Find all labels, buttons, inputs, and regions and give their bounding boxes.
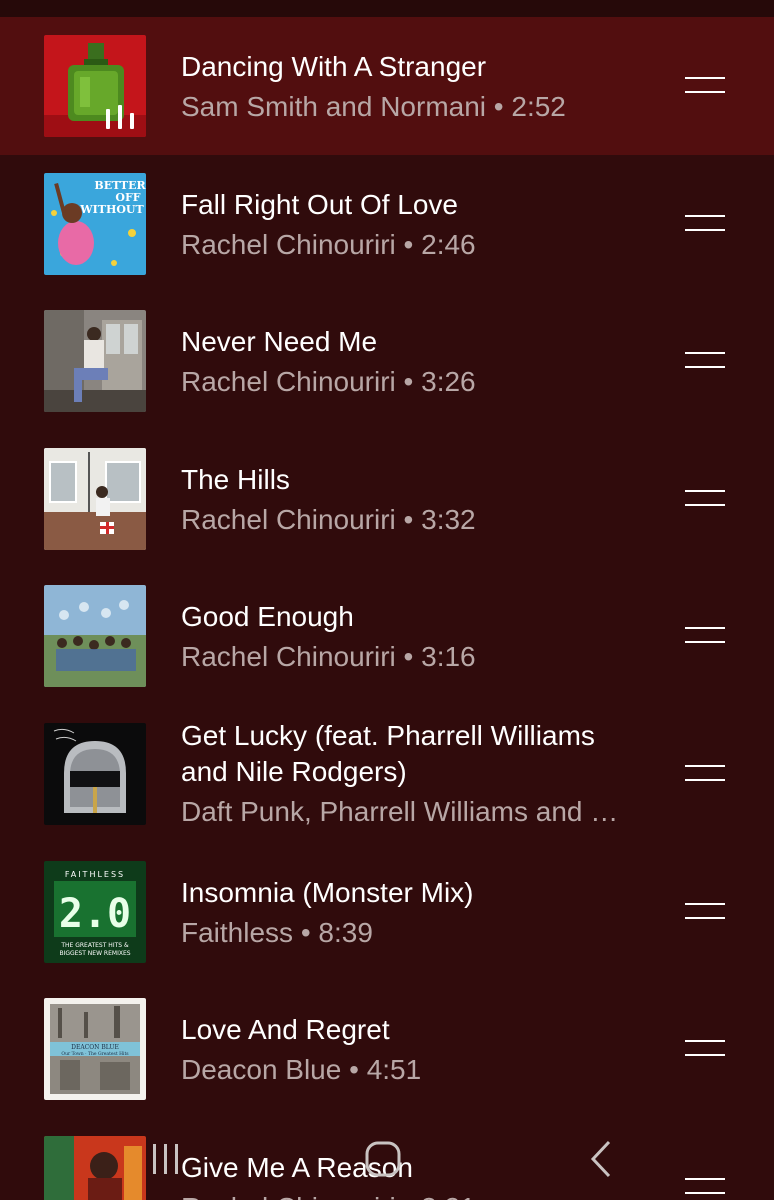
track-subtitle: Deacon Blue • 4:51 [181, 1054, 422, 1086]
faithless-2-0-cover: FAITHLESS 2.0 THE GREATEST HITS & BIGGES… [44, 860, 146, 963]
drag-handle-icon[interactable] [685, 627, 725, 644]
top-divider [0, 0, 774, 17]
equalizer-playing-icon [106, 105, 136, 129]
album-art-fall-right-out-of-love: BETTER OFF WITHOUT [44, 172, 146, 275]
album-art-the-hills [44, 447, 146, 550]
queue-row[interactable]: DEACON BLUE Our Town · The Greatest Hits… [0, 980, 774, 1118]
cover-text: BIGGEST NEW REMIXES [59, 950, 130, 957]
track-title: Fall Right Out Of Love [181, 188, 459, 220]
cover-text: FAITHLESS [65, 870, 125, 879]
better-off-without-cover: BETTER OFF WITHOUT [44, 172, 146, 275]
back-button[interactable] [571, 1128, 631, 1188]
album-art-dancing-with-a-stranger [44, 35, 146, 137]
track-text: Never Need Me Rachel Chinouriri • 3:26 [181, 324, 644, 400]
queue-screen: Dancing With A Stranger Sam Smith and No… [0, 0, 774, 1200]
cover-text: THE GREATEST HITS & [60, 942, 129, 949]
track-subtitle: Rachel Chinouriri • 3:32 [181, 503, 476, 535]
recents-icon [153, 1144, 178, 1174]
cover-text: DEACON BLUE [71, 1044, 119, 1051]
track-title: Love And Regret [181, 1014, 390, 1046]
house-flag-cover [44, 447, 146, 550]
back-icon [590, 1140, 611, 1178]
queue-row[interactable]: Never Need Me Rachel Chinouriri • 3:26 [0, 292, 774, 430]
system-nav-bar [0, 1118, 774, 1200]
queue-row[interactable]: BETTER OFF WITHOUT Fall Right Out Of Lov… [0, 155, 774, 293]
track-title: Dancing With A Stranger [181, 51, 487, 82]
drag-handle-icon[interactable] [685, 77, 725, 93]
recents-button[interactable] [136, 1128, 196, 1188]
queue-row-now-playing[interactable]: Dancing With A Stranger Sam Smith and No… [0, 17, 774, 155]
chrome-helmet-cover [44, 722, 146, 825]
track-subtitle: Sam Smith and Normani • 2:52 [181, 91, 566, 122]
queue-row[interactable]: FAITHLESS 2.0 THE GREATEST HITS & BIGGES… [0, 843, 774, 981]
track-text: Get Lucky (feat. Pharrell Williams and N… [181, 718, 644, 830]
track-subtitle: Faithless • 8:39 [181, 916, 373, 948]
track-subtitle: Rachel Chinouriri • 3:26 [181, 366, 476, 398]
drag-handle-icon[interactable] [685, 1040, 725, 1057]
album-art-good-enough [44, 585, 146, 688]
queue-row[interactable]: Good Enough Rachel Chinouriri • 3:16 [0, 567, 774, 705]
drag-handle-icon[interactable] [685, 489, 725, 506]
cover-text: 2.0 [59, 891, 131, 937]
queue-row[interactable]: Get Lucky (feat. Pharrell Williams and N… [0, 705, 774, 843]
track-text: The Hills Rachel Chinouriri • 3:32 [181, 462, 644, 538]
home-button[interactable] [353, 1128, 413, 1188]
drag-handle-icon[interactable] [685, 902, 725, 919]
track-text: Dancing With A Stranger Sam Smith and No… [181, 49, 644, 125]
group-photo-cover [44, 585, 146, 688]
track-text: Love And Regret Deacon Blue • 4:51 [181, 1012, 644, 1088]
doorway-photo-cover [44, 310, 146, 413]
track-title: The Hills [181, 463, 290, 495]
drag-handle-icon[interactable] [685, 214, 725, 231]
track-text: Good Enough Rachel Chinouriri • 3:16 [181, 599, 644, 675]
album-art-insomnia: FAITHLESS 2.0 THE GREATEST HITS & BIGGES… [44, 860, 146, 963]
track-title: Never Need Me [181, 326, 378, 358]
queue-row[interactable]: The Hills Rachel Chinouriri • 3:32 [0, 430, 774, 568]
deacon-blue-cover: DEACON BLUE Our Town · The Greatest Hits [44, 998, 146, 1101]
track-subtitle: Daft Punk, Pharrell Williams and … [181, 795, 619, 827]
track-text: Insomnia (Monster Mix) Faithless • 8:39 [181, 875, 644, 951]
track-title: Get Lucky (feat. Pharrell Williams and N… [181, 719, 595, 787]
home-icon [365, 1141, 401, 1177]
track-title: Insomnia (Monster Mix) [181, 876, 474, 908]
track-text: Fall Right Out Of Love Rachel Chinouriri… [181, 187, 644, 263]
play-queue-list[interactable]: Dancing With A Stranger Sam Smith and No… [0, 17, 774, 1200]
track-subtitle: Rachel Chinouriri • 2:46 [181, 228, 476, 260]
drag-handle-icon[interactable] [685, 352, 725, 369]
drag-handle-icon[interactable] [685, 764, 725, 781]
track-title: Good Enough [181, 601, 354, 633]
album-art-get-lucky [44, 722, 146, 825]
cover-text: WITHOUT [79, 203, 144, 216]
track-subtitle: Rachel Chinouriri • 3:16 [181, 641, 476, 673]
album-art-never-need-me [44, 310, 146, 413]
album-art-love-and-regret: DEACON BLUE Our Town · The Greatest Hits [44, 998, 146, 1101]
